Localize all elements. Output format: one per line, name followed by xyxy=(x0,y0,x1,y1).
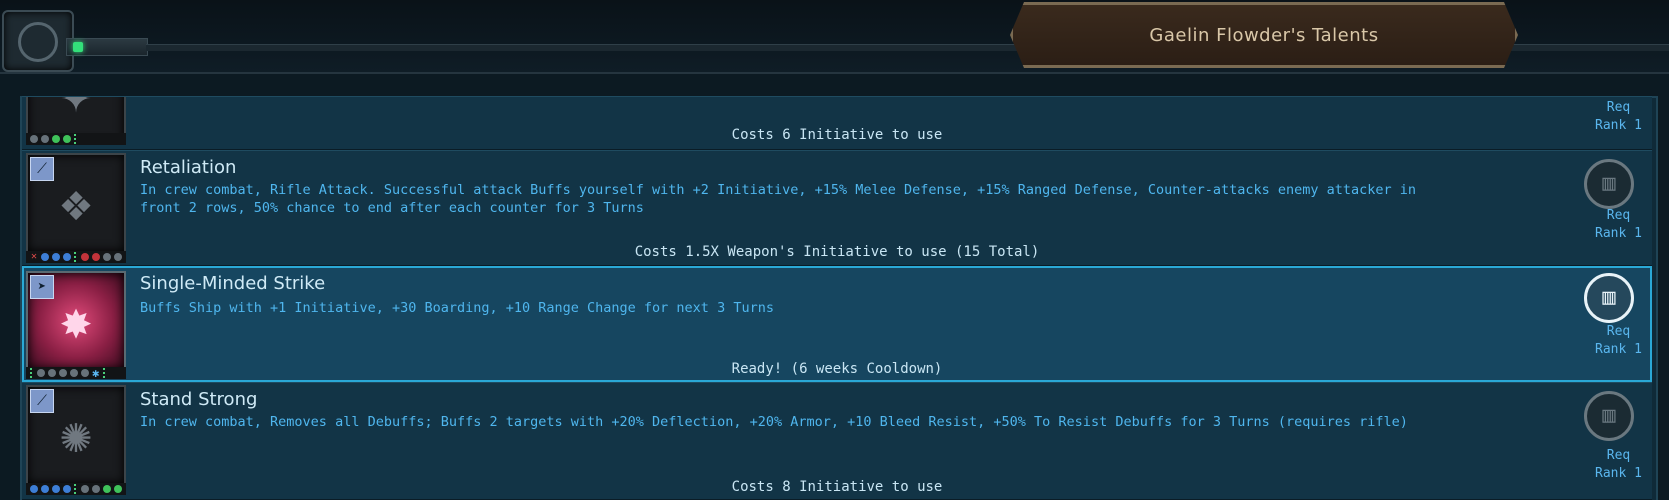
status-led-icon xyxy=(73,42,83,52)
rank-badge-icon: ▥ xyxy=(1584,159,1634,209)
req-label: Req xyxy=(1606,448,1631,463)
talent-row[interactable]: ✦ Costs 6 Initiative to use Req Rank 1 xyxy=(22,96,1652,150)
retaliation-icon: ❖ xyxy=(60,173,92,233)
talent-row[interactable]: ✸ ➤ ✱ Single-Minded Strike Buffs Ship wi… xyxy=(22,266,1652,382)
talent-req: Req Rank 1 xyxy=(1595,447,1642,483)
rifle-type-icon: ⟋ xyxy=(30,157,54,181)
talent-req: Req Rank 1 xyxy=(1595,207,1642,243)
rank-badge-icon: ▥ xyxy=(1584,391,1634,441)
talent-cost: Costs 6 Initiative to use xyxy=(731,127,943,143)
rank-badge-icon: ▥ xyxy=(1584,273,1634,323)
single-minded-strike-icon: ✸ xyxy=(60,291,92,351)
talent-name: Single-Minded Strike xyxy=(140,273,326,294)
talent-cost: Costs 8 Initiative to use xyxy=(731,479,943,495)
talent-row[interactable]: ❖ ⟋ ✕ Retaliation In crew combat, Rifle … xyxy=(22,150,1652,266)
emblem-icon xyxy=(2,10,74,72)
talent-row[interactable]: ✺ ⟋ Stand Strong In crew combat, Removes… xyxy=(22,382,1652,500)
pipe-decoration xyxy=(66,38,148,56)
req-label: Req xyxy=(1606,100,1631,115)
talent-icon: ❖ ⟋ xyxy=(26,153,126,253)
req-label: Req xyxy=(1606,208,1631,223)
talent-description: In crew combat, Rifle Attack. Successful… xyxy=(140,182,1417,216)
rank-label: Rank 1 xyxy=(1595,226,1642,241)
fighter-type-icon: ➤ xyxy=(30,275,54,299)
window-title: Gaelin Flowder's Talents xyxy=(1149,24,1379,46)
rank-label: Rank 1 xyxy=(1595,118,1642,133)
talent-icon: ✸ ➤ xyxy=(26,271,126,371)
talent-description: Buffs Ship with +1 Initiative, +30 Board… xyxy=(140,300,774,316)
top-bar: Gaelin Flowder's Talents xyxy=(0,0,1669,74)
talent-req: Req Rank 1 xyxy=(1595,323,1642,359)
talent-description: In crew combat, Removes all Debuffs; Buf… xyxy=(140,414,1408,430)
talent-name: Retaliation xyxy=(140,157,237,178)
talent-emblem-icon: ✦ xyxy=(46,97,106,125)
title-plate: Gaelin Flowder's Talents xyxy=(1010,2,1518,68)
stand-strong-icon: ✺ xyxy=(60,405,92,465)
talent-cost: Ready! (6 weeks Cooldown) xyxy=(731,361,943,377)
rifle-type-icon: ⟋ xyxy=(30,389,54,413)
talent-name: Stand Strong xyxy=(140,389,258,410)
talent-icon: ✺ ⟋ xyxy=(26,385,126,485)
talent-cost: Costs 1.5X Weapon's Initiative to use (1… xyxy=(634,244,1040,260)
req-label: Req xyxy=(1606,324,1631,339)
rank-label: Rank 1 xyxy=(1595,342,1642,357)
talent-req: Req Rank 1 xyxy=(1595,99,1642,135)
